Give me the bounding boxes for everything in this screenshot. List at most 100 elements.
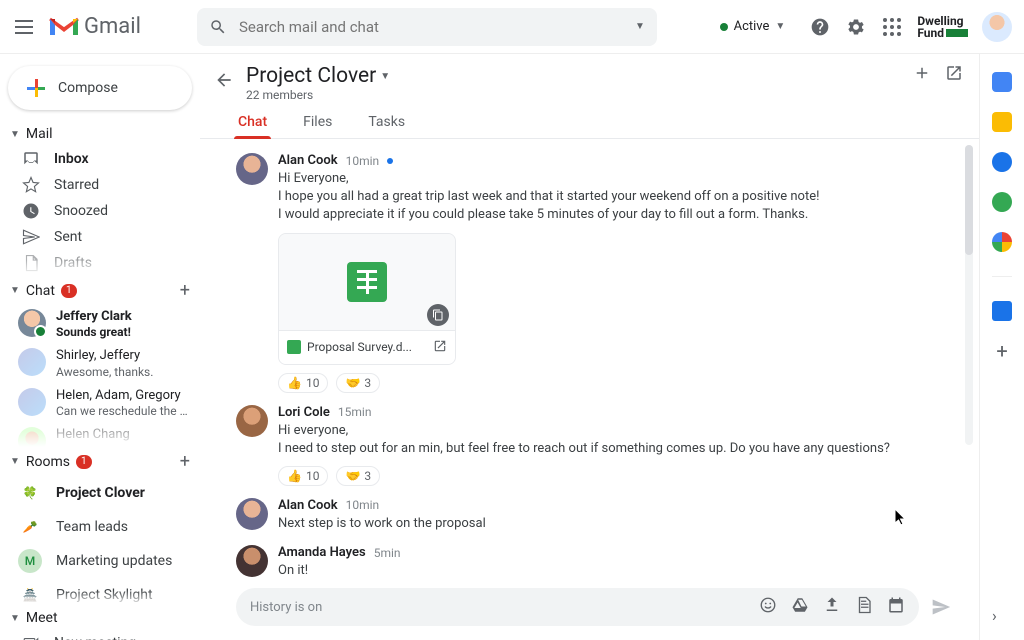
doc-icon[interactable]	[855, 596, 873, 618]
section-rooms-label: Rooms	[26, 454, 70, 470]
plus-icon	[26, 78, 46, 98]
message-body: Hi Everyone, I hope you all had a great …	[278, 170, 959, 225]
room-dropdown-icon[interactable]: ▼	[380, 71, 390, 82]
sidebar: Compose ▼ Mail Inbox Starred Snoozed Sen…	[0, 54, 200, 640]
calendar-app-icon[interactable]	[992, 72, 1012, 92]
maps-app-icon[interactable]	[992, 232, 1012, 252]
presence-label: Active	[734, 19, 770, 34]
compose-button[interactable]: Compose	[8, 66, 192, 110]
scrollbar-thumb[interactable]	[965, 145, 973, 255]
chat-preview: Awesome, thanks.	[56, 365, 153, 380]
nav-drafts[interactable]: Drafts	[0, 250, 200, 276]
reaction[interactable]: 👍10	[278, 373, 328, 393]
attachment-card[interactable]: Proposal Survey.d...	[278, 233, 456, 365]
send-button[interactable]	[931, 597, 951, 621]
tab-chat[interactable]: Chat	[236, 106, 269, 138]
message-avatar	[236, 153, 268, 185]
hamburger-menu-icon[interactable]	[12, 15, 36, 39]
section-chat-label: Chat	[26, 283, 55, 299]
room-item[interactable]: 🏯 Project Skylight	[0, 578, 200, 606]
section-mail-label: Mail	[26, 126, 53, 142]
gmail-wordmark: Gmail	[84, 14, 141, 39]
message-compose-bar[interactable]: History is on	[236, 588, 919, 626]
chat-thread[interactable]: Alan Cook 10min Hi Everyone, I hope you …	[200, 139, 979, 580]
section-meet-label: Meet	[26, 610, 58, 626]
emoji-icon[interactable]	[759, 596, 777, 618]
nav-sent-label: Sent	[54, 229, 82, 245]
calendar-add-icon[interactable]	[887, 596, 905, 618]
presence-status[interactable]: Active ▼	[710, 15, 796, 38]
search-options-dropdown-icon[interactable]: ▼	[635, 21, 645, 32]
room-item[interactable]: M Marketing updates	[0, 544, 200, 578]
people-app-icon[interactable]	[992, 301, 1012, 321]
room-title[interactable]: Project Clover ▼	[246, 64, 390, 88]
org-bar-icon	[946, 29, 968, 37]
chat-item[interactable]: Jeffery ClarkSounds great!	[0, 305, 200, 344]
back-arrow-icon[interactable]	[212, 68, 236, 92]
right-side-panel: + ›	[980, 54, 1024, 640]
nav-starred[interactable]: Starred	[0, 172, 200, 198]
message-body: Next step is to work on the proposal	[278, 515, 959, 533]
nav-snoozed[interactable]: Snoozed	[0, 198, 200, 224]
collapse-icon[interactable]	[913, 64, 931, 86]
collapse-panel-icon[interactable]: ›	[992, 606, 1012, 626]
keep-app-icon[interactable]	[992, 112, 1012, 132]
nav-starred-label: Starred	[54, 177, 99, 193]
profile-avatar[interactable]	[982, 12, 1012, 42]
apps-grid-icon[interactable]	[881, 16, 903, 38]
settings-gear-icon[interactable]	[845, 16, 867, 38]
room-name: Marketing updates	[56, 553, 172, 569]
reaction[interactable]: 🤝3	[336, 466, 380, 486]
section-chat-header[interactable]: ▼ Chat 1 +	[0, 276, 200, 305]
gmail-logo[interactable]: Gmail	[48, 14, 141, 39]
chat-item[interactable]: Helen Chang	[0, 423, 200, 447]
section-mail-header[interactable]: ▼ Mail	[0, 122, 200, 146]
open-external-icon[interactable]	[945, 64, 963, 86]
copy-doc-icon[interactable]	[427, 304, 449, 326]
chat-badge: 1	[61, 284, 77, 298]
contacts-app-icon[interactable]	[992, 192, 1012, 212]
message-body: On it!	[278, 562, 959, 580]
section-meet-header[interactable]: ▼ Meet	[0, 606, 200, 630]
search-input[interactable]	[239, 18, 623, 36]
addons-plus-icon[interactable]: +	[992, 341, 1012, 361]
star-icon	[22, 176, 40, 194]
open-external-icon[interactable]	[433, 339, 447, 356]
message-body: Hi everyone, I need to step out for an m…	[278, 422, 959, 458]
message-author: Lori Cole	[278, 405, 330, 420]
tab-files[interactable]: Files	[301, 106, 334, 138]
nav-new-meeting[interactable]: New meeting	[0, 630, 200, 640]
reaction[interactable]: 🤝3	[336, 373, 380, 393]
rooms-add-button[interactable]: +	[180, 451, 190, 472]
chat-add-button[interactable]: +	[180, 280, 190, 301]
attachment-filename: Proposal Survey.d...	[307, 340, 412, 354]
help-icon[interactable]	[809, 16, 831, 38]
room-emoji-icon: M	[18, 549, 42, 573]
drafts-icon	[22, 254, 40, 272]
sheets-mini-icon	[287, 340, 301, 354]
main-panel: Project Clover ▼ 22 members Chat Files T…	[200, 54, 980, 640]
nav-snoozed-label: Snoozed	[54, 203, 108, 219]
room-item[interactable]: 🥕 Team leads	[0, 510, 200, 544]
nav-new-meeting-label: New meeting	[54, 635, 136, 640]
chat-item[interactable]: Shirley, JefferyAwesome, thanks.	[0, 344, 200, 383]
message-avatar	[236, 498, 268, 530]
reaction[interactable]: 👍10	[278, 466, 328, 486]
chat-item[interactable]: Helen, Adam, GregoryCan we reschedule th…	[0, 384, 200, 423]
drive-icon[interactable]	[791, 596, 809, 618]
message-time: 10min	[346, 154, 380, 168]
compose-label: Compose	[58, 80, 118, 96]
search-bar[interactable]: ▼	[197, 8, 657, 46]
caret-down-icon: ▼	[10, 456, 20, 467]
section-rooms-header[interactable]: ▼ Rooms 1 +	[0, 447, 200, 476]
nav-inbox[interactable]: Inbox	[0, 146, 200, 172]
tab-tasks[interactable]: Tasks	[366, 106, 407, 138]
upload-icon[interactable]	[823, 596, 841, 618]
caret-down-icon: ▼	[10, 129, 20, 140]
reactions: 👍10 🤝3	[278, 373, 959, 393]
message: Lori Cole 15min Hi everyone, I need to s…	[236, 399, 959, 492]
room-item-project-clover[interactable]: 🍀 Project Clover	[0, 476, 200, 510]
nav-sent[interactable]: Sent	[0, 224, 200, 250]
room-members: 22 members	[246, 88, 390, 102]
tasks-app-icon[interactable]	[992, 152, 1012, 172]
